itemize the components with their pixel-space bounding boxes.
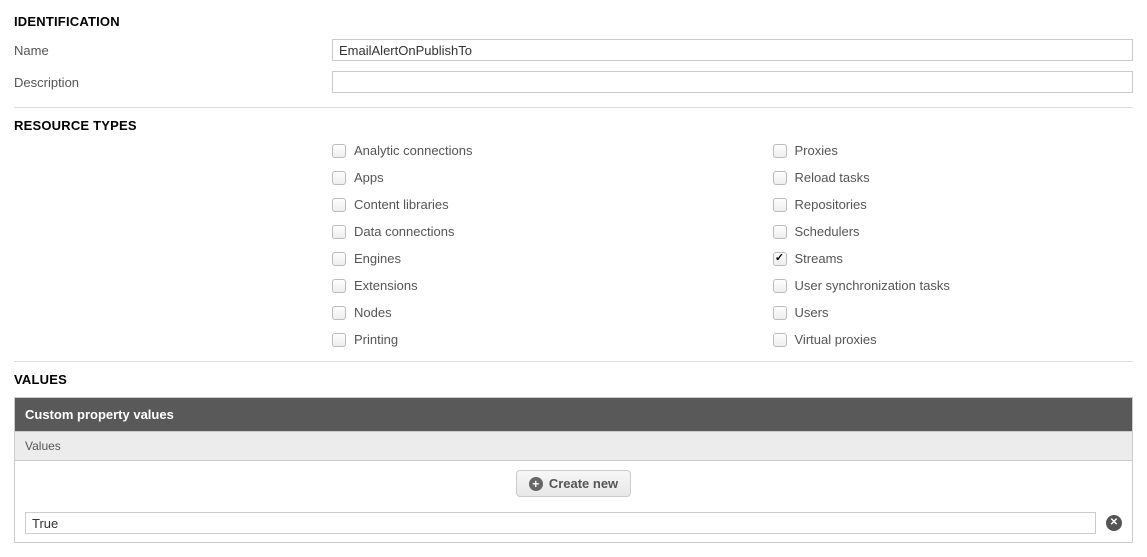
plus-circle-icon [529,477,543,491]
resource-col-left: Analytic connections Apps Content librarie… [332,143,693,347]
resource-checkbox-label: Data connections [354,224,454,239]
resource-checkbox-label: Virtual proxies [795,332,877,347]
divider [14,361,1133,362]
description-row: Description [14,71,1133,93]
resource-checkbox-label: Proxies [795,143,838,158]
checkbox-icon[interactable] [773,144,787,158]
resource-checkbox-row[interactable]: Printing [332,332,693,347]
resource-checkbox-label: Analytic connections [354,143,473,158]
checkbox-icon[interactable] [773,225,787,239]
resource-checkbox-label: Reload tasks [795,170,870,185]
checkbox-icon[interactable] [332,144,346,158]
resource-checkbox-row[interactable]: Repositories [773,197,1134,212]
values-heading: VALUES [14,372,1133,387]
checkbox-icon[interactable] [773,279,787,293]
checkbox-icon[interactable] [332,279,346,293]
resource-checkbox-row[interactable]: User synchronization tasks [773,278,1134,293]
resource-checkbox-label: Streams [795,251,843,266]
delete-icon[interactable] [1106,515,1122,531]
divider [14,107,1133,108]
checkbox-icon[interactable] [332,306,346,320]
resource-types-heading: RESOURCE TYPES [14,118,1133,133]
values-table-header: Custom property values [15,398,1132,431]
name-input[interactable] [332,39,1133,61]
checkbox-icon[interactable] [773,252,787,266]
resource-checkbox-label: Content libraries [354,197,449,212]
create-new-button[interactable]: Create new [516,470,631,497]
name-row: Name [14,39,1133,61]
resource-checkbox-row[interactable]: Virtual proxies [773,332,1134,347]
resource-checkbox-label: Repositories [795,197,867,212]
value-row [15,506,1132,542]
create-new-label: Create new [549,476,618,491]
checkbox-icon[interactable] [773,171,787,185]
resource-checkbox-row[interactable]: Reload tasks [773,170,1134,185]
resource-checkbox-label: Schedulers [795,224,860,239]
resource-checkbox-label: Nodes [354,305,392,320]
resource-checkbox-label: Engines [354,251,401,266]
checkbox-icon[interactable] [773,333,787,347]
resource-checkbox-label: Users [795,305,829,320]
values-table: Custom property values Values Create new [14,397,1133,543]
resource-checkbox-label: Apps [354,170,384,185]
resource-col-right: Proxies Reload tasks Repositories Scheduler… [773,143,1134,347]
identification-heading: IDENTIFICATION [14,14,1133,29]
checkbox-icon[interactable] [332,198,346,212]
resource-checkbox-row[interactable]: Users [773,305,1134,320]
resource-checkbox-row[interactable]: Apps [332,170,693,185]
values-column-header: Values [15,431,1132,461]
resource-checkbox-row[interactable]: Analytic connections [332,143,693,158]
resource-checkbox-label: Printing [354,332,398,347]
checkbox-icon[interactable] [332,252,346,266]
checkbox-icon[interactable] [773,198,787,212]
resource-checkbox-row[interactable]: Engines [332,251,693,266]
value-input[interactable] [25,512,1096,534]
checkbox-icon[interactable] [332,225,346,239]
resource-checkbox-row[interactable]: Data connections [332,224,693,239]
resource-checkbox-row[interactable]: Nodes [332,305,693,320]
resource-checkbox-row[interactable]: Schedulers [773,224,1134,239]
description-input[interactable] [332,71,1133,93]
resource-checkbox-label: Extensions [354,278,418,293]
name-label: Name [14,43,332,58]
checkbox-icon[interactable] [773,306,787,320]
checkbox-icon[interactable] [332,171,346,185]
resource-types-grid: Analytic connections Apps Content librarie… [332,143,1133,347]
resource-checkbox-row[interactable]: Content libraries [332,197,693,212]
resource-checkbox-label: User synchronization tasks [795,278,950,293]
resource-checkbox-row[interactable]: Proxies [773,143,1134,158]
description-label: Description [14,75,332,90]
values-create-row: Create new [15,461,1132,506]
checkbox-icon[interactable] [332,333,346,347]
resource-checkbox-row[interactable]: Streams [773,251,1134,266]
resource-checkbox-row[interactable]: Extensions [332,278,693,293]
